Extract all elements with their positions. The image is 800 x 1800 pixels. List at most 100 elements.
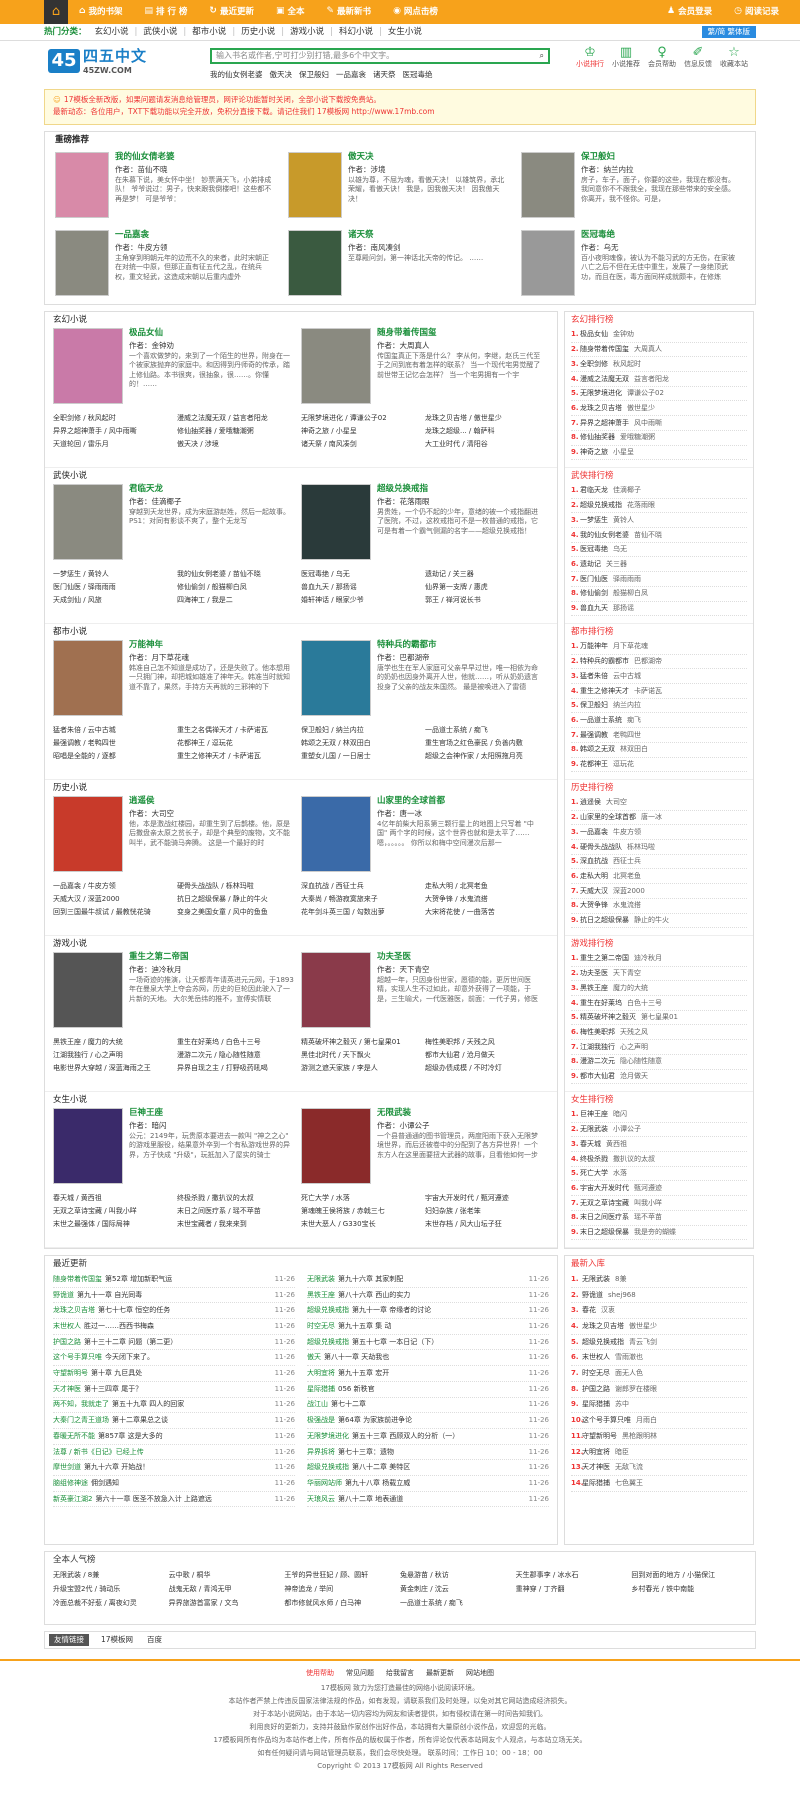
book-link[interactable]: 梅性美职邦 / 天残之风 — [425, 1036, 549, 1049]
book-cover[interactable] — [301, 484, 371, 560]
new-book-title[interactable]: 无限武装 — [582, 1275, 610, 1284]
rank-book[interactable]: 逍遥侯 — [580, 798, 601, 807]
new-book-title[interactable]: 守望新明号 — [582, 1432, 617, 1441]
new-book-item[interactable]: 1. 无限武装 8兼 — [571, 1272, 747, 1288]
update-chapter[interactable]: 第七十七章 恒空的任务 — [98, 1306, 170, 1315]
book-title[interactable]: 极品女仙 — [129, 328, 295, 339]
update-row[interactable]: 春暖无所不能 第857章 这是大多的 11-26 — [53, 1429, 295, 1445]
book-link[interactable]: 黑铁王座 / 魔力的大统 — [53, 1036, 177, 1049]
rank-item[interactable]: 6. 龙珠之贝吉塔 傲世星少 — [571, 401, 747, 417]
update-chapter[interactable]: 佣剑遇知 — [91, 1479, 119, 1488]
book-link[interactable]: 硬骨头战战队 / 栎林玛啦 — [177, 880, 301, 893]
rank-book[interactable]: 漫游二次元 — [580, 1057, 615, 1066]
book-link[interactable]: 我的仙女例老婆 / 苗仙不晓 — [177, 568, 301, 581]
hot-keyword[interactable]: 我的仙女例老婆 — [210, 70, 263, 79]
new-book-title[interactable]: 末世权人 — [582, 1353, 610, 1362]
book-link[interactable]: 大工业时代 / 清阳谷 — [425, 438, 549, 451]
new-book-item[interactable]: 3. 春花 汉衷 — [571, 1303, 747, 1320]
book-link[interactable]: 大贺争锋 / 水鬼流搭 — [425, 893, 549, 906]
popular-link[interactable]: 无限武装 / 8兼 — [53, 1568, 169, 1582]
update-book[interactable]: 法尊 / 新书《日记》已经上传 — [53, 1448, 144, 1457]
new-book-item[interactable]: 9. 星际猎捕 苏中 — [571, 1398, 747, 1414]
book-link[interactable]: 昭唱是全能的 / 逐都 — [53, 750, 177, 763]
update-row[interactable]: 脑组修神途 佣剑遇知 11-26 — [53, 1476, 295, 1492]
popular-link[interactable]: 都市修就风水师 / 白马神 — [284, 1596, 400, 1610]
rank-book[interactable]: 一品嘉衾 — [580, 828, 608, 837]
update-book[interactable]: 末世权人 — [53, 1322, 81, 1331]
update-chapter[interactable]: 第九十八章 杨载立威 — [345, 1479, 410, 1488]
update-row[interactable]: 天才神医 第十三四章 尾于？ 11-26 — [53, 1382, 295, 1398]
update-row[interactable]: 战江山 第七十二章 11-26 — [307, 1398, 549, 1414]
rank-item[interactable]: 9. 花都神王 逗玩花 — [571, 758, 747, 773]
rank-item[interactable]: 1. 逍遥侯 大司空 — [571, 796, 747, 811]
rank-item[interactable]: 3. 春天城 黄西祖 — [571, 1137, 747, 1153]
rank-book[interactable]: 死亡大学 — [580, 1169, 608, 1178]
rank-book[interactable]: 宇宙大开发时代 — [580, 1184, 629, 1193]
rank-book[interactable]: 山家里的全球首都 — [580, 813, 636, 822]
new-book-item[interactable]: 10. 这个号手算只唯 月雨白 — [571, 1413, 747, 1429]
book-link[interactable]: 末世大恶人 / G330宝长 — [301, 1218, 425, 1231]
featured-book[interactable]: 山家里的全球首都 作者：唐一冰 4亿年前柴大阳系第三颗行星上的地图上只写着 "中国"… — [301, 796, 549, 880]
rank-item[interactable]: 9. 末日之超级保暴 我是夯的蝴蝶 — [571, 1226, 747, 1241]
update-chapter[interactable]: 今天闭下来了。 — [105, 1353, 154, 1362]
new-book-item[interactable]: 2. 野诡道 shej968 — [571, 1288, 747, 1304]
book-link[interactable]: 精英破坏神之毅灭 / 第七皇果01 — [301, 1036, 425, 1049]
rank-item[interactable]: 9. 抗日之超级保暴 静止的牛火 — [571, 914, 747, 929]
rank-item[interactable]: 8. 韩颂之无双 林双田白 — [571, 743, 747, 758]
book-link[interactable]: 末世之最强体 / 国际局神 — [53, 1218, 177, 1231]
rank-book[interactable]: 最强调教 — [580, 731, 608, 740]
update-row[interactable]: 两不知，我就走了 第五十九章 四人的回家 11-26 — [53, 1398, 295, 1414]
book-link[interactable]: 仙界第一支牌 / 惠虎 — [425, 581, 549, 594]
book-link[interactable]: 死亡大学 / 水落 — [301, 1192, 425, 1205]
book-link[interactable]: 医冠毒绝 / 乌无 — [301, 568, 425, 581]
rank-item[interactable]: 5. 保卫般妇 纳兰内拉 — [571, 699, 747, 714]
rank-book[interactable]: 大贺争锋 — [580, 901, 608, 910]
rank-book[interactable]: 末日之超级保暴 — [580, 1228, 629, 1237]
book-link[interactable]: 保卫般妇 / 纳兰内拉 — [301, 724, 425, 737]
book-link[interactable]: 四海神工 / 我是二 — [177, 594, 301, 607]
new-book-item[interactable]: 8. 护国之路 谢郎罗在楼眼 — [571, 1382, 747, 1398]
update-book[interactable]: 星际猎捕 — [307, 1385, 335, 1394]
book-title[interactable]: 医冠毒绝 — [581, 230, 741, 241]
update-book[interactable]: 战江山 — [307, 1400, 328, 1409]
update-chapter[interactable]: 056 新秩官 — [338, 1385, 375, 1394]
rank-item[interactable]: 5. 医冠毒绝 乌无 — [571, 543, 747, 558]
category-link[interactable]: 科幻小说 — [339, 27, 373, 38]
rank-book[interactable]: 医冠毒绝 — [580, 545, 608, 554]
rank-book[interactable]: 江湖我独行 — [580, 1043, 615, 1052]
update-book[interactable]: 华丽网站师 — [307, 1479, 342, 1488]
book-link[interactable]: 龙珠之贝吉塔 / 傲世星少 — [425, 412, 549, 425]
book-link[interactable]: 一品嘉衾 / 牛皮方领 — [53, 880, 177, 893]
book-link[interactable]: 深血抗战 / 西征士兵 — [301, 880, 425, 893]
update-book[interactable]: 两不知，我就走了 — [53, 1400, 109, 1409]
book-link[interactable]: 韩颂之无双 / 林双田白 — [301, 737, 425, 750]
rank-book[interactable]: 无限武装 — [580, 1125, 608, 1134]
update-book[interactable]: 时空无尽 — [307, 1322, 335, 1331]
rank-book[interactable]: 修仙偷剑 — [580, 589, 608, 598]
book-link[interactable]: 终极杀戮 / 撒扒议的太叔 — [177, 1192, 301, 1205]
new-book-title[interactable]: 大明宜将 — [582, 1448, 610, 1457]
rank-book[interactable]: 重生在好莱坞 — [580, 999, 622, 1008]
rank-book[interactable]: 黑铁王座 — [580, 984, 608, 993]
rank-item[interactable]: 4. 我的仙女例老婆 苗仙不晓 — [571, 528, 747, 543]
book-link[interactable]: 修仙抽奖器 / 爱哦糖潮粥 — [177, 425, 301, 438]
book-link[interactable]: 修仙偷剑 / 般猫柳白凤 — [177, 581, 301, 594]
rank-book[interactable]: 全职剑修 — [580, 360, 608, 369]
update-chapter[interactable]: 第十二章果总之谈 — [112, 1416, 168, 1425]
rank-item[interactable]: 1. 极品女仙 金钟劝 — [571, 328, 747, 343]
rank-book[interactable]: 我的仙女例老婆 — [580, 531, 629, 540]
update-book[interactable]: 超级兑换戒指 — [307, 1463, 349, 1472]
update-row[interactable]: 龙珠之贝吉塔 第七十七章 恒空的任务 11-26 — [53, 1303, 295, 1320]
hot-keyword[interactable]: 诸天祭 — [373, 70, 396, 79]
update-book[interactable]: 摩世剑道 — [53, 1463, 81, 1472]
book-link[interactable]: 天威大汉 / 深蓝2000 — [53, 893, 177, 906]
search-input[interactable]: 输入书名或作者,宁可打少别打错,最多6个中文字。 ⌕ — [210, 48, 550, 64]
popular-link[interactable]: 升级宝盟2代 / 骑动乐 — [53, 1582, 169, 1596]
book-title[interactable]: 随身带着传国玺 — [377, 328, 543, 339]
book-link[interactable]: 龙珠之超级... / 翰萨科 — [425, 425, 549, 438]
book-title[interactable]: 万能神年 — [129, 640, 295, 651]
book-link[interactable]: 漫威之法魔无双 / 益言者阳龙 — [177, 412, 301, 425]
update-row[interactable]: 守望新明号 第十章 九巨具处 11-26 — [53, 1366, 295, 1382]
new-book-title[interactable]: 超级兑换戒指 — [582, 1338, 624, 1347]
rank-book[interactable]: 特种兵的霸都市 — [580, 657, 629, 666]
